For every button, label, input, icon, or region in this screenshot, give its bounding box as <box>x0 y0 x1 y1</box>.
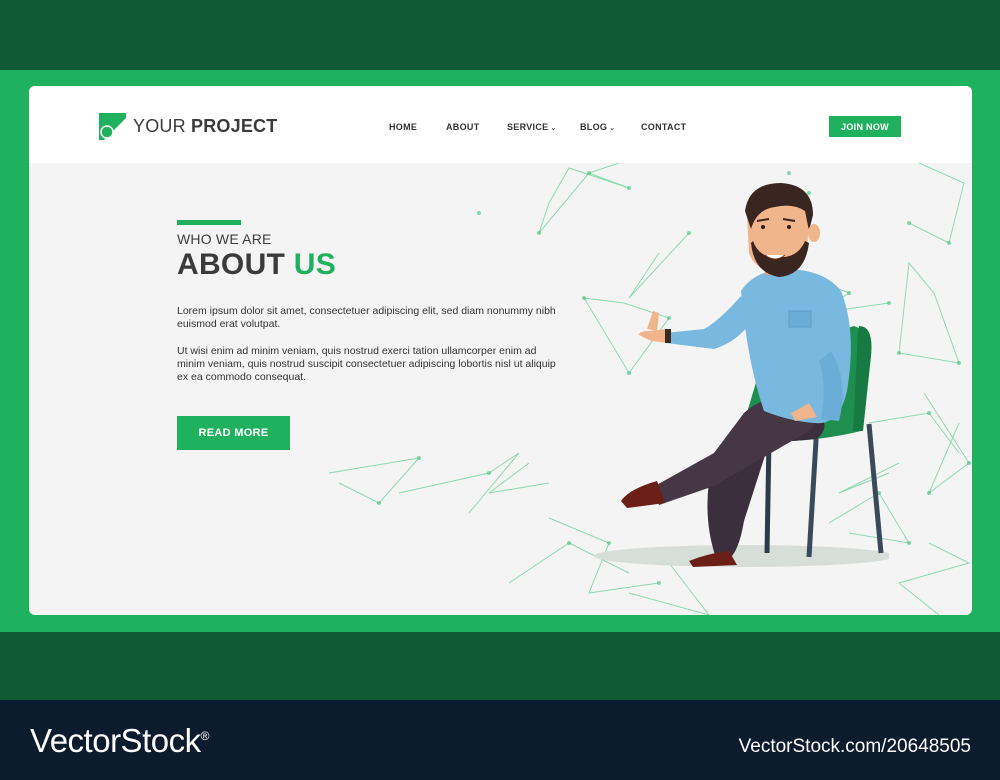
section-eyebrow: WHO WE ARE <box>177 231 272 247</box>
watermark-bar: VectorStock® VectorStock.com/20648505 <box>0 700 1000 780</box>
nav-label: CONTACT <box>641 122 687 132</box>
title-accent: US <box>293 248 337 281</box>
body-paragraph: Ut wisi enim ad minim veniam, quis nostr… <box>177 345 556 383</box>
nav-item-home[interactable]: HOME <box>389 122 417 132</box>
bottom-dark-band <box>0 632 1000 700</box>
nav-item-contact[interactable]: CONTACT <box>641 122 686 132</box>
watermark-brand: VectorStock <box>30 722 201 759</box>
vectorstock-logo: VectorStock® <box>30 722 209 760</box>
join-now-button[interactable]: JOIN NOW <box>829 116 901 137</box>
join-now-label: JOIN NOW <box>841 121 889 132</box>
nav-label: BLOG <box>580 122 608 132</box>
heading-accent-bar <box>177 220 241 225</box>
seated-man-illustration <box>594 183 889 567</box>
landing-page-card: YOUR PROJECT HOME ABOUT SERVICE ⌄ BLOG ⌄ C… <box>29 86 972 615</box>
section-title: ABOUT US <box>177 248 336 282</box>
read-more-label: READ MORE <box>198 427 269 439</box>
nav-item-about[interactable]: ABOUT <box>446 122 480 132</box>
trademark-symbol: ® <box>200 729 210 743</box>
chevron-down-icon: ⌄ <box>609 125 616 132</box>
read-more-button[interactable]: READ MORE <box>177 416 290 450</box>
brand-bold: PROJECT <box>191 116 278 136</box>
intro-paragraph: Lorem ipsum dolor sit amet, consectetuer… <box>177 305 556 330</box>
nav-label: HOME <box>389 122 418 132</box>
nav-item-blog[interactable]: BLOG ⌄ <box>580 122 615 132</box>
project-logo-icon[interactable] <box>99 113 126 140</box>
title-main: ABOUT <box>177 248 294 281</box>
site-header: YOUR PROJECT HOME ABOUT SERVICE ⌄ BLOG ⌄ C… <box>29 86 972 163</box>
brand-prefix: YOUR <box>133 116 192 136</box>
nav-label: SERVICE <box>507 122 549 132</box>
watermark-site-id: VectorStock.com/20648505 <box>738 736 971 757</box>
brand-name[interactable]: YOUR PROJECT <box>133 116 277 137</box>
chevron-down-icon: ⌄ <box>550 125 557 132</box>
top-dark-band <box>0 0 1000 70</box>
nav-item-service[interactable]: SERVICE ⌄ <box>507 122 557 132</box>
nav-label: ABOUT <box>446 122 480 132</box>
